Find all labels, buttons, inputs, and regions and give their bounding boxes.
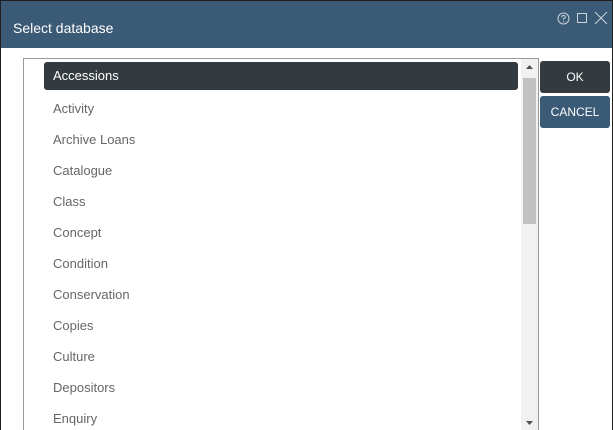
scroll-down-arrow-icon[interactable] [521,414,538,430]
select-database-dialog: Select database Accessions Activity Archiv… [0,0,613,430]
maximize-icon[interactable] [576,12,588,24]
list-item[interactable]: Class [44,186,518,217]
window-controls [557,11,608,25]
list-item[interactable]: Activity [44,93,518,124]
scroll-up-arrow-icon[interactable] [521,59,538,76]
help-icon[interactable] [557,12,570,25]
cancel-button[interactable]: CANCEL [540,96,610,128]
database-list-items: Accessions Activity Archive Loans Catalogue… [44,62,518,430]
list-item[interactable]: Accessions [44,62,518,90]
list-item[interactable]: Depositors [44,372,518,403]
list-item[interactable]: Catalogue [44,155,518,186]
list-item[interactable]: Archive Loans [44,124,518,155]
list-item[interactable]: Conservation [44,279,518,310]
list-item[interactable]: Copies [44,310,518,341]
list-item[interactable]: Condition [44,248,518,279]
list-item[interactable]: Enquiry [44,403,518,430]
list-scrollbar[interactable] [521,59,538,430]
list-item[interactable]: Concept [44,217,518,248]
close-icon[interactable] [594,11,608,25]
list-item[interactable]: Culture [44,341,518,372]
database-list[interactable]: Accessions Activity Archive Loans Catalogue… [23,58,539,430]
dialog-title: Select database [13,20,114,36]
dialog-titlebar[interactable]: Select database [1,1,612,48]
scroll-thumb[interactable] [523,78,536,224]
ok-button[interactable]: OK [540,61,610,93]
